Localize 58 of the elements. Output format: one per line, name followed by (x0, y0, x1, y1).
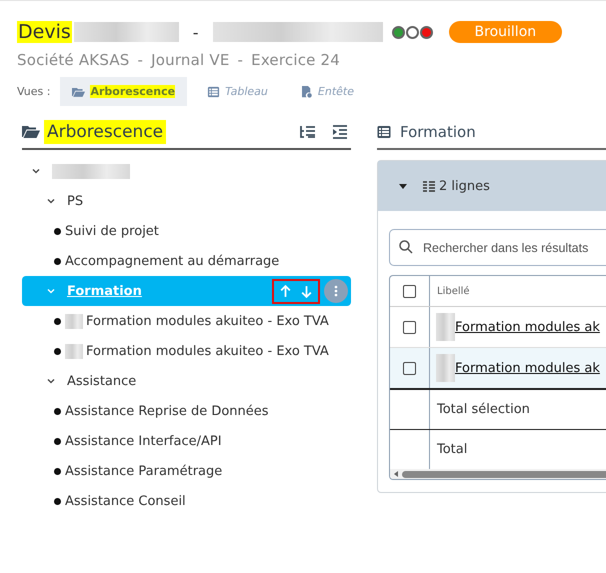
bullet-icon (54, 258, 61, 264)
search-field[interactable]: Rechercher dans les résultats (389, 229, 606, 266)
list-icon (423, 180, 435, 192)
subtitle-text: Société AKSAS (17, 51, 130, 69)
redacted-block (436, 313, 455, 341)
tree-node-label[interactable]: Suivi de projet (65, 224, 159, 238)
panel-title: Formation (400, 123, 476, 141)
row-count: 2 lignes (439, 178, 490, 194)
tree-node-label[interactable]: Assistance Conseil (65, 494, 186, 508)
subtitle-text: - (138, 51, 144, 69)
caret-icon[interactable] (399, 184, 407, 188)
tree-node-label[interactable]: Assistance Paramétrage (65, 464, 222, 478)
tree-node-label[interactable]: Assistance Reprise de Données (65, 404, 269, 418)
total-label: Total sélection (437, 402, 530, 417)
table-icon (207, 86, 220, 98)
table-icon (377, 125, 391, 139)
bullet-icon (54, 468, 61, 474)
view-tab[interactable]: Arborescence (60, 77, 188, 106)
bullet-icon (54, 228, 61, 234)
row-checkbox[interactable] (403, 320, 416, 334)
folder-icon (72, 86, 86, 98)
status-badge: Brouillon (448, 21, 562, 43)
chevron-icon[interactable] (47, 198, 55, 204)
select-all-checkbox[interactable] (403, 284, 416, 298)
tree-node-label[interactable]: Formation modules akuiteo - Exo TVA (86, 344, 329, 358)
row-checkbox[interactable] (403, 362, 416, 374)
kebab-icon (334, 285, 338, 297)
column-header[interactable]: Libellé (436, 286, 470, 296)
tree-node-label[interactable]: PS (67, 194, 84, 208)
scroll-left-icon[interactable] (394, 471, 398, 477)
subtitle-text: Journal VE (151, 51, 230, 69)
tree-node-label[interactable]: Assistance (67, 374, 136, 388)
title-separator: - (192, 22, 199, 42)
expand-tree-icon[interactable] (332, 125, 348, 139)
document-info-icon (300, 86, 313, 98)
bullet-icon (54, 408, 61, 414)
tree-node-label[interactable]: Formation modules akuiteo - Exo TVA (86, 314, 329, 328)
bullet-icon (54, 438, 61, 444)
tree-node-label[interactable]: Accompagnement au démarrage (65, 254, 280, 268)
horizontal-scrollbar[interactable] (390, 469, 606, 479)
redacted-block (436, 354, 455, 382)
subtitle-text: Exercice 24 (251, 51, 340, 69)
tree-node-label[interactable]: Assistance Interface/API (65, 434, 222, 448)
row-link[interactable]: Formation modules ak (455, 320, 600, 334)
bullet-icon (54, 318, 61, 324)
document-title: Devis (17, 21, 72, 43)
bullet-icon (54, 498, 61, 504)
panel-title: Arborescence (44, 120, 166, 144)
views-label: Vues : (17, 85, 50, 98)
folder-icon (22, 125, 40, 139)
chevron-icon[interactable] (32, 168, 40, 174)
search-icon (399, 240, 413, 254)
bullet-icon (54, 348, 61, 354)
chevron-icon[interactable] (47, 378, 55, 384)
more-options-button[interactable] (324, 279, 348, 303)
subtitle-text: - (238, 51, 244, 69)
collapse-tree-icon[interactable] (300, 125, 316, 139)
total-label: Total (437, 442, 468, 457)
